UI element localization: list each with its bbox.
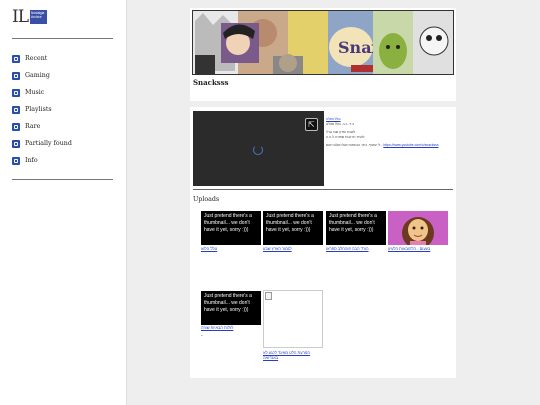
sidebar-item-label: Partially found bbox=[25, 140, 72, 147]
video-thumbnail-placeholder[interactable]: Just pretend there's a thumbnail... we d… bbox=[326, 211, 386, 245]
sidebar-item-playlists[interactable]: Playlists bbox=[12, 104, 52, 115]
site-logo[interactable]: IL Nostalgia Archive bbox=[12, 7, 48, 27]
sidebar-item-info[interactable]: Info bbox=[12, 155, 38, 166]
headphones-icon bbox=[12, 88, 20, 97]
uploads-divider bbox=[193, 189, 453, 190]
video-thumbnail-image[interactable] bbox=[388, 211, 448, 245]
banner-collage-image: Snax bbox=[193, 11, 453, 74]
sidebar-item-label: Recent bbox=[25, 55, 48, 62]
video-thumbnail-placeholder[interactable]: Just pretend there's a thumbnail... we d… bbox=[263, 211, 323, 245]
playlist-icon bbox=[12, 105, 20, 114]
sidebar: IL Nostalgia Archive Recent Gaming Music… bbox=[0, 0, 127, 405]
sidebar-item-label: Info bbox=[25, 157, 38, 164]
uploads-heading: Uploads bbox=[193, 196, 220, 203]
about-line: לי שוטף. כתר הבחאות ושלו אולם האם - http… bbox=[326, 143, 451, 148]
sidebar-item-recent[interactable]: Recent bbox=[12, 53, 47, 64]
video-title-link[interactable]: בעעום - הלהובאות הלעיון bbox=[388, 246, 448, 251]
sidebar-item-gaming[interactable]: Gaming bbox=[12, 70, 50, 81]
logo-letters: IL bbox=[12, 7, 29, 27]
sidebar-item-partially-found[interactable]: Partially found bbox=[12, 138, 72, 149]
gamepad-icon bbox=[12, 71, 20, 80]
sidebar-item-rare[interactable]: Rare bbox=[12, 121, 40, 132]
featured-video-player[interactable]: ⇱ bbox=[193, 111, 324, 186]
video-title-link[interactable]: הורד הבה פוהחלב ספראו bbox=[326, 246, 386, 251]
video-title-link[interactable]: לזלות הבאיות שורה bbox=[201, 325, 261, 330]
youtube-link[interactable]: https://www.youtube.com/c/snacksss bbox=[383, 143, 438, 147]
sidebar-item-label: Playlists bbox=[25, 106, 52, 113]
clock-icon bbox=[12, 54, 20, 63]
sidebar-divider-top bbox=[12, 38, 113, 39]
external-link-icon[interactable]: ⇱ bbox=[305, 118, 318, 131]
stray-text: . bbox=[201, 331, 203, 338]
video-thumbnail-placeholder[interactable]: Just pretend there's a thumbnail... we d… bbox=[201, 211, 261, 245]
sidebar-item-music[interactable]: Music bbox=[12, 87, 44, 98]
about-link[interactable]: גולל וואלה bbox=[326, 117, 341, 121]
broken-image-icon bbox=[265, 292, 272, 300]
channel-about: גולל וואלה ב.ד. כ.ב. גולל אצלנו לשבח ואד… bbox=[326, 117, 451, 148]
channel-banner: Snax bbox=[192, 10, 454, 75]
channel-name[interactable]: Snacksss bbox=[193, 78, 229, 87]
question-icon bbox=[12, 156, 20, 165]
video-title-link[interactable]: גולל הלוא bbox=[201, 246, 261, 251]
girl-emoji-icon bbox=[388, 211, 448, 245]
sidebar-item-label: Rare bbox=[25, 123, 41, 130]
sidebar-divider-bottom bbox=[12, 179, 113, 180]
gem-icon bbox=[12, 122, 20, 131]
pencil-icon bbox=[12, 139, 20, 148]
broken-thumbnail-image[interactable] bbox=[263, 290, 323, 348]
sidebar-item-label: Gaming bbox=[25, 72, 50, 79]
loading-spinner-icon bbox=[253, 145, 263, 155]
sidebar-item-label: Music bbox=[25, 89, 45, 96]
video-title-link[interactable]: המרעת הלט מאיגד לכגע לא באנדזאה bbox=[263, 350, 321, 360]
channel-header: Snax Snacksss bbox=[190, 8, 456, 101]
channel-content: ⇱ גולל וואלה ב.ד. כ.ב. גולל אצלנו לשבח ו… bbox=[190, 107, 456, 378]
video-thumbnail-placeholder[interactable]: Just pretend there's a thumbnail... we d… bbox=[201, 291, 261, 325]
video-title-link[interactable]: לגמור הארץ שבע bbox=[263, 246, 323, 251]
logo-badge: Nostalgia Archive bbox=[30, 10, 48, 24]
about-text: לי שוטף. כתר הבחאות ושלו אולם האם - bbox=[326, 143, 384, 147]
